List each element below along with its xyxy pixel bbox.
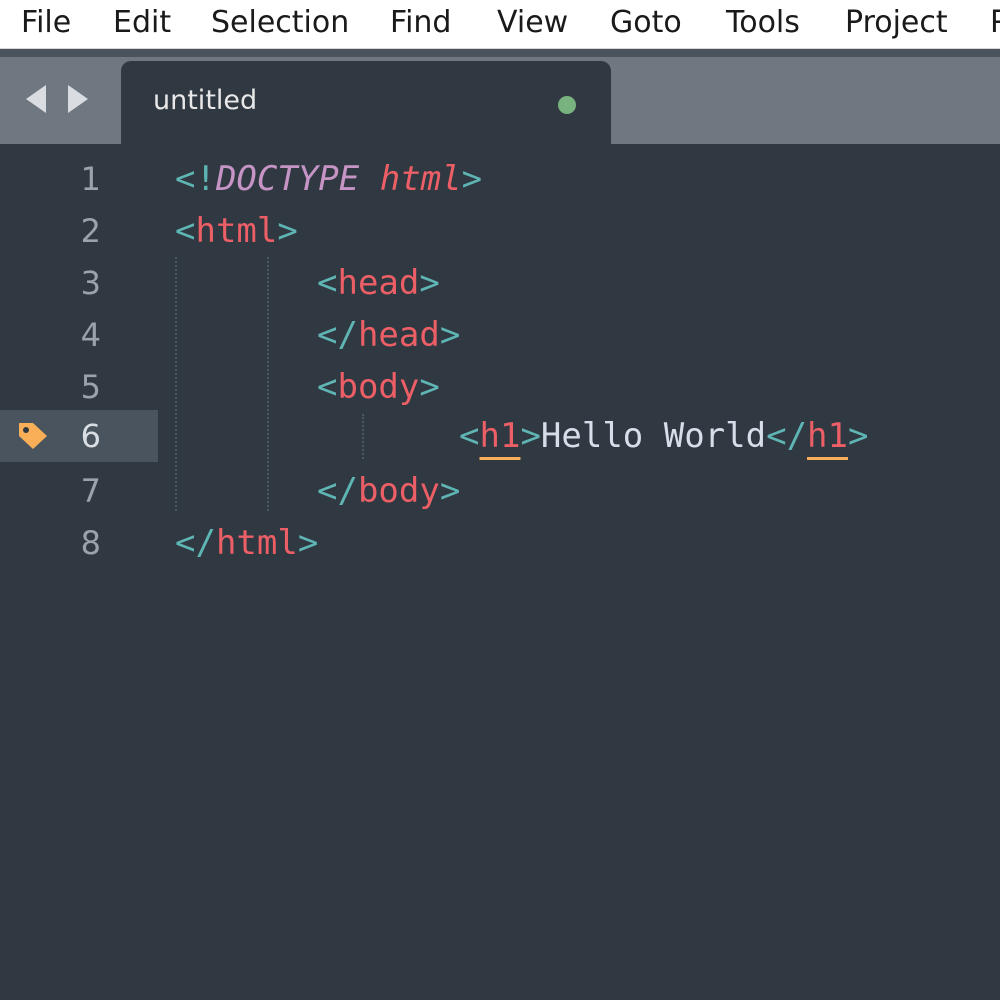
- line-number: 3: [80, 264, 101, 302]
- code-punctuation: >: [439, 471, 461, 511]
- code-tag: html: [195, 211, 278, 251]
- code-punctuation: <!: [175, 159, 216, 199]
- indent-guide: [267, 257, 269, 511]
- code-line-1: <!DOCTYPE html>: [175, 153, 482, 205]
- code-punctuation: >: [461, 159, 483, 199]
- menu-goto[interactable]: Goto: [610, 3, 682, 43]
- code-tag-matched: h1: [479, 416, 521, 456]
- code-line-3: <head>: [317, 257, 440, 309]
- code-tag: body: [337, 367, 420, 407]
- menu-selection[interactable]: Selection: [211, 3, 349, 43]
- line-number: 5: [80, 368, 101, 406]
- triangle-right-icon[interactable]: [66, 81, 96, 117]
- line-number: 2: [80, 212, 101, 250]
- tab-bar: untitled: [0, 49, 1000, 144]
- code-punctuation: >: [277, 211, 298, 251]
- menu-tools[interactable]: Tools: [726, 3, 800, 43]
- indent-guide: [175, 257, 177, 511]
- dot-icon[interactable]: [558, 96, 576, 114]
- code-tag: html: [215, 523, 298, 563]
- code-tag-matched: h1: [807, 416, 848, 456]
- code-punctuation: >: [520, 416, 541, 456]
- menu-edit[interactable]: Edit: [113, 3, 171, 43]
- code-text: Hello World: [540, 416, 767, 456]
- code-line-2: <html>: [175, 205, 298, 257]
- line-number: 8: [80, 524, 101, 562]
- code-line-4: </head>: [317, 309, 460, 361]
- code-punctuation: >: [419, 367, 440, 407]
- triangle-left-icon[interactable]: [22, 81, 52, 117]
- code-punctuation: <: [459, 416, 480, 456]
- menu-preferences[interactable]: P: [990, 3, 1000, 43]
- code-punctuation: </: [175, 523, 216, 563]
- code-punctuation: </: [766, 416, 808, 456]
- code-punctuation: >: [439, 315, 461, 355]
- line-number: 7: [80, 472, 101, 510]
- code-punctuation: </: [317, 315, 358, 355]
- code-punctuation: </: [317, 471, 358, 511]
- editor[interactable]: 1 2 3 4 5 6 7 8 <!DOCTYPE html> <html> <…: [0, 144, 1000, 1000]
- code-keyword: DOCTYPE: [215, 159, 360, 199]
- code-punctuation: <: [175, 211, 196, 251]
- tag-icon[interactable]: [16, 420, 50, 452]
- menu-view[interactable]: View: [497, 3, 568, 43]
- menu-bar: File Edit Selection Find View Goto Tools…: [0, 0, 1000, 49]
- menu-file[interactable]: File: [21, 3, 71, 43]
- code-line-7: </body>: [317, 465, 460, 517]
- code-punctuation: >: [297, 523, 319, 563]
- tab-untitled[interactable]: untitled: [121, 61, 611, 144]
- code-line-5: <body>: [317, 361, 440, 413]
- code-line-8: </html>: [175, 517, 318, 569]
- code-punctuation: <: [317, 263, 338, 303]
- code-punctuation: <: [317, 367, 338, 407]
- tab-nav-arrows: [22, 81, 102, 117]
- code-tag: html: [379, 159, 462, 199]
- code-punctuation: >: [419, 263, 440, 303]
- tab-title: untitled: [153, 85, 258, 116]
- code-tag: head: [357, 315, 440, 355]
- tab-bar-strip: [0, 49, 1000, 57]
- line-number: 1: [80, 160, 101, 198]
- code-tag: head: [337, 263, 420, 303]
- code-punctuation: >: [848, 416, 869, 456]
- menu-project[interactable]: Project: [845, 3, 948, 43]
- menu-find[interactable]: Find: [390, 3, 451, 43]
- indent-guide: [362, 414, 364, 459]
- code-tag: body: [357, 471, 440, 511]
- line-number: 4: [80, 316, 101, 354]
- code-line-6: <h1>Hello World</h1>: [459, 410, 868, 462]
